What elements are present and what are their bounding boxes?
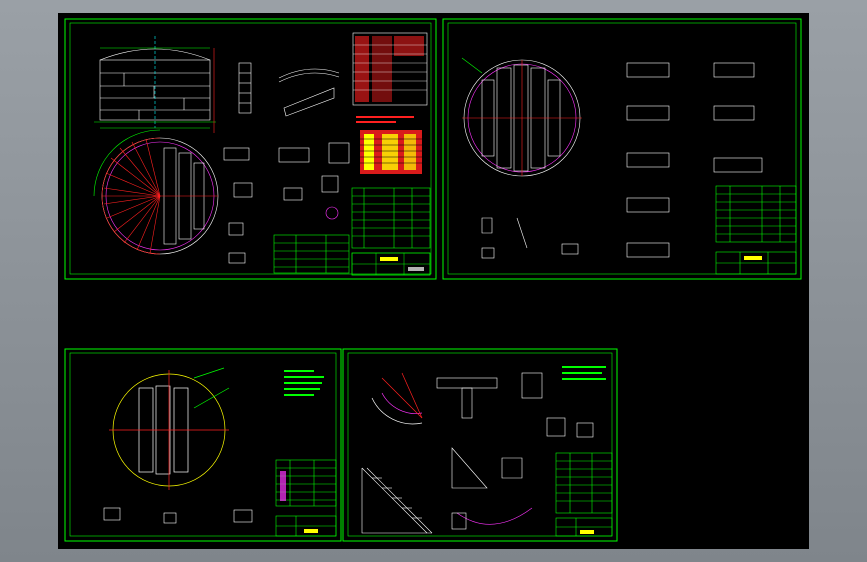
- bottom-plan-circle: [109, 367, 230, 490]
- title-block: [351, 252, 431, 276]
- deck-plan-circle: [461, 57, 582, 177]
- tank-plan-circle: [93, 129, 219, 255]
- detail-sketches: [213, 48, 350, 264]
- parts-table: [715, 185, 797, 275]
- drawing-canvas[interactable]: [58, 13, 809, 549]
- parts-table: [555, 452, 613, 537]
- sheet-tank-assembly[interactable]: [64, 18, 437, 280]
- viewer-frame: [0, 0, 867, 562]
- notes-text: [562, 366, 606, 380]
- sheet-stair-details[interactable]: [342, 348, 618, 542]
- material-table-red: [352, 32, 428, 106]
- sheet-bottom-plate[interactable]: [64, 348, 342, 542]
- section-details: [481, 62, 763, 259]
- tank-elevation-view: [94, 36, 216, 129]
- yellow-orange-table: [356, 116, 422, 174]
- notes-text: [284, 370, 324, 396]
- plate-details: [103, 507, 253, 524]
- sheet-floating-roof[interactable]: [442, 18, 802, 280]
- stair-arc-view: [371, 372, 423, 425]
